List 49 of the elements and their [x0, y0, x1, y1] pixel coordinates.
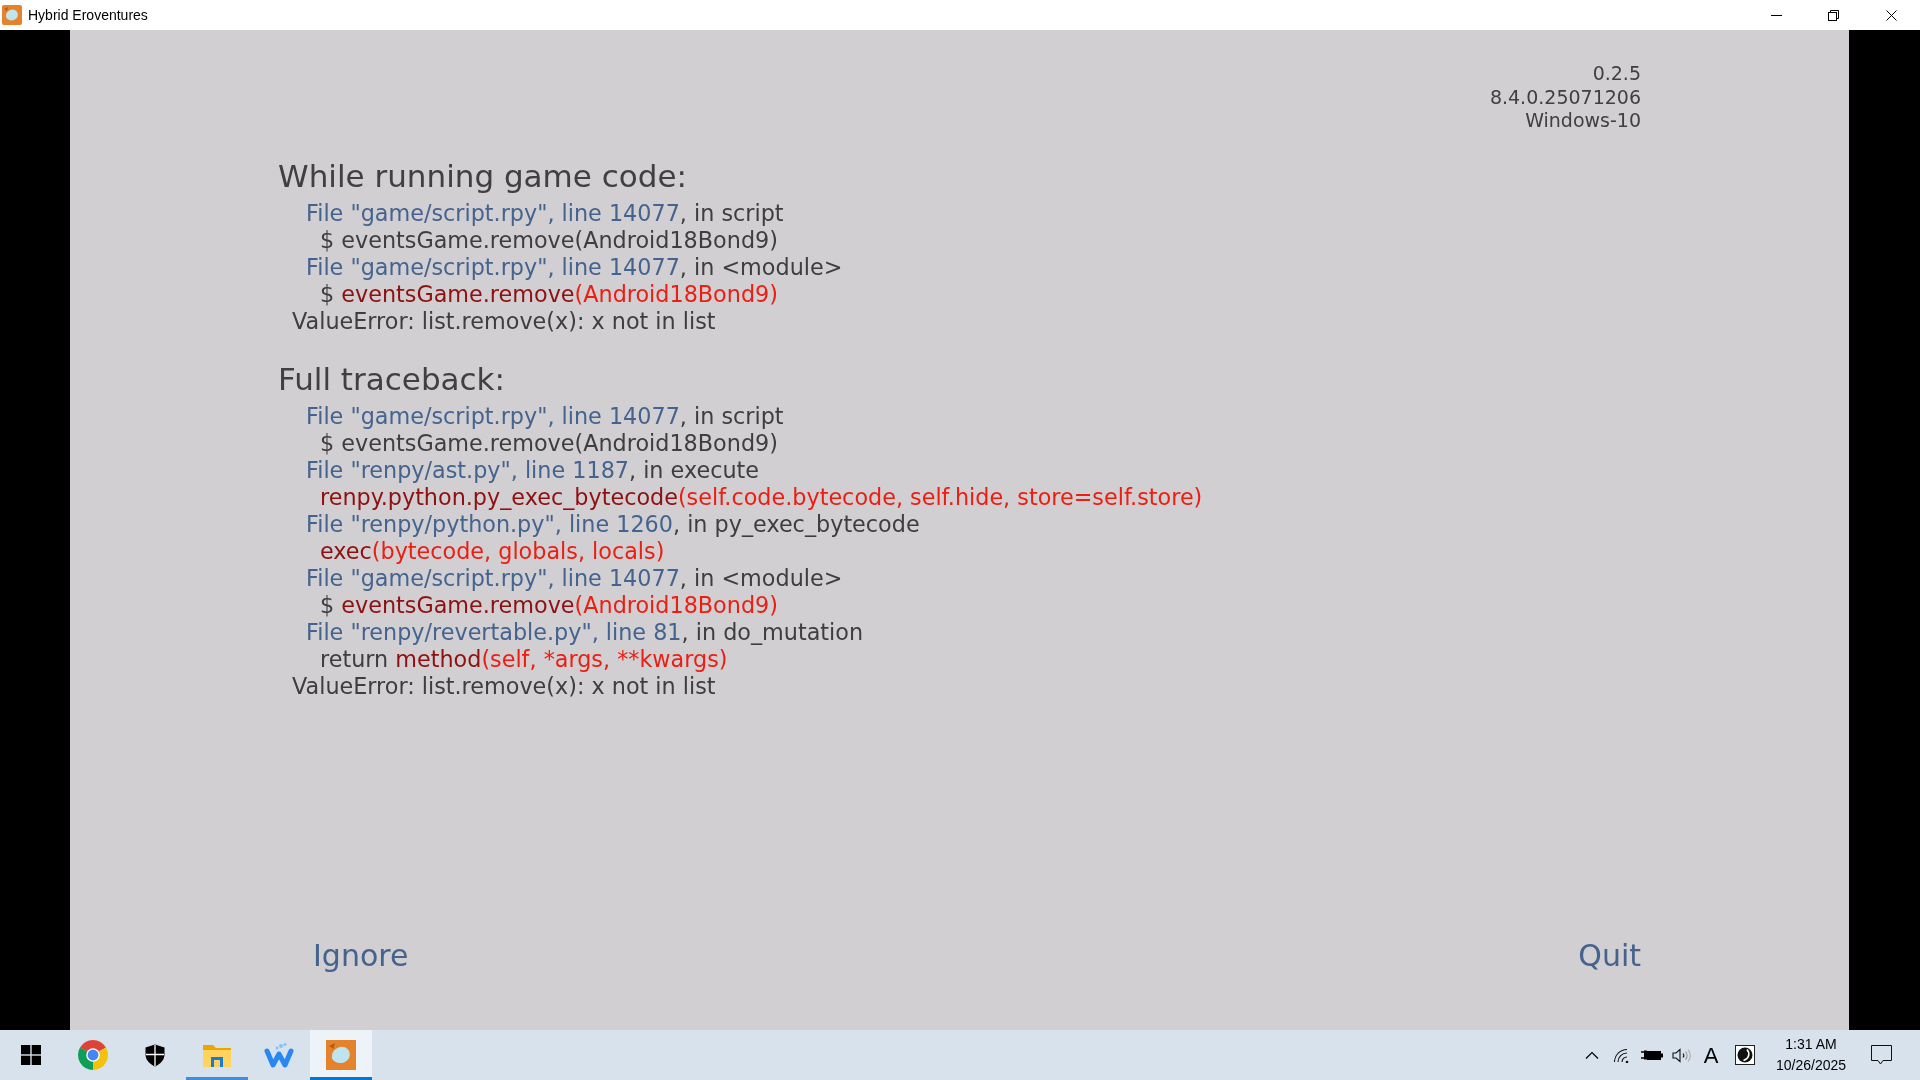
code-line: exec(bytecode, globals, locals) [320, 537, 665, 565]
chevron-up-icon [1585, 1051, 1599, 1059]
file-link[interactable]: File "game/script.rpy", line 14077 [306, 253, 680, 280]
speech-bubble-icon [1870, 1045, 1892, 1065]
stack-frame-line: File "game/script.rpy", line 14077, in script [306, 402, 784, 430]
wifi-icon [1614, 1047, 1630, 1063]
file-link[interactable]: File "renpy/ast.py", line 1187 [306, 456, 629, 483]
code-line: renpy.python.py_exec_bytecode(self.code.bytecode, self.hide, store=self.store) [320, 483, 1203, 511]
folder-icon [203, 1043, 231, 1067]
version-text: 0.2.5 [1592, 62, 1641, 86]
error-message: ValueError: list.remove(x): x not in list [292, 307, 716, 335]
app-icon [2, 5, 22, 25]
version-text: Windows-10 [1525, 109, 1641, 133]
close-icon [1885, 9, 1897, 21]
action-button[interactable]: Quit [1578, 936, 1641, 976]
file-link[interactable]: File "game/script.rpy", line 14077 [306, 564, 680, 591]
app-icon [326, 1040, 356, 1070]
stack-frame-line: File "game/script.rpy", line 14077, in <module> [306, 564, 843, 592]
circle-logo-icon [1735, 1045, 1755, 1065]
section-heading: Full traceback: [278, 359, 505, 398]
code-line: $ eventsGame.remove(Android18Bond9) [320, 280, 778, 308]
w-shaped-logo-icon [264, 1042, 294, 1068]
file-link[interactable]: File "game/script.rpy", line 14077 [306, 402, 680, 429]
code-line: $ eventsGame.remove(Android18Bond9) [320, 591, 778, 619]
code-line: return method(self, *args, **kwargs) [320, 645, 728, 673]
action-button[interactable]: Ignore [313, 936, 409, 976]
battery-charging-icon [1641, 1049, 1663, 1061]
window-title: Hybrid Eroventures [28, 5, 148, 25]
stack-frame-line: File "renpy/python.py", line 1260, in py_exec_bytecode [306, 510, 920, 538]
file-link[interactable]: File "renpy/revertable.py", line 81 [306, 618, 682, 645]
chrome-icon [78, 1040, 108, 1070]
shield-icon [145, 1043, 165, 1067]
clock[interactable]: 1:31 AM 10/26/2025 [1765, 1030, 1857, 1080]
stack-frame-line: File "game/script.rpy", line 14077, in script [306, 199, 784, 227]
code-line: $ eventsGame.remove(Android18Bond9) [320, 429, 778, 457]
error-message: ValueError: list.remove(x): x not in list [292, 672, 716, 700]
speaker-icon [1672, 1047, 1692, 1063]
input-indicator[interactable]: A [1697, 1030, 1725, 1080]
file-link[interactable]: File "renpy/python.py", line 1260 [306, 510, 673, 537]
stack-frame-line: File "game/script.rpy", line 14077, in <module> [306, 253, 843, 281]
file-link[interactable]: File "game/script.rpy", line 14077 [306, 199, 680, 226]
version-text: 8.4.0.25071206 [1489, 85, 1641, 109]
stack-frame-line: File "renpy/revertable.py", line 81, in do_mutation [306, 618, 864, 646]
code-line: $ eventsGame.remove(Android18Bond9) [320, 226, 778, 254]
section-heading: While running game code: [278, 156, 687, 195]
stack-frame-line: File "renpy/ast.py", line 1187, in execute [306, 456, 759, 484]
restore-icon [1828, 9, 1839, 21]
windows-logo-icon [21, 1045, 41, 1065]
minimize-icon [1771, 14, 1782, 16]
